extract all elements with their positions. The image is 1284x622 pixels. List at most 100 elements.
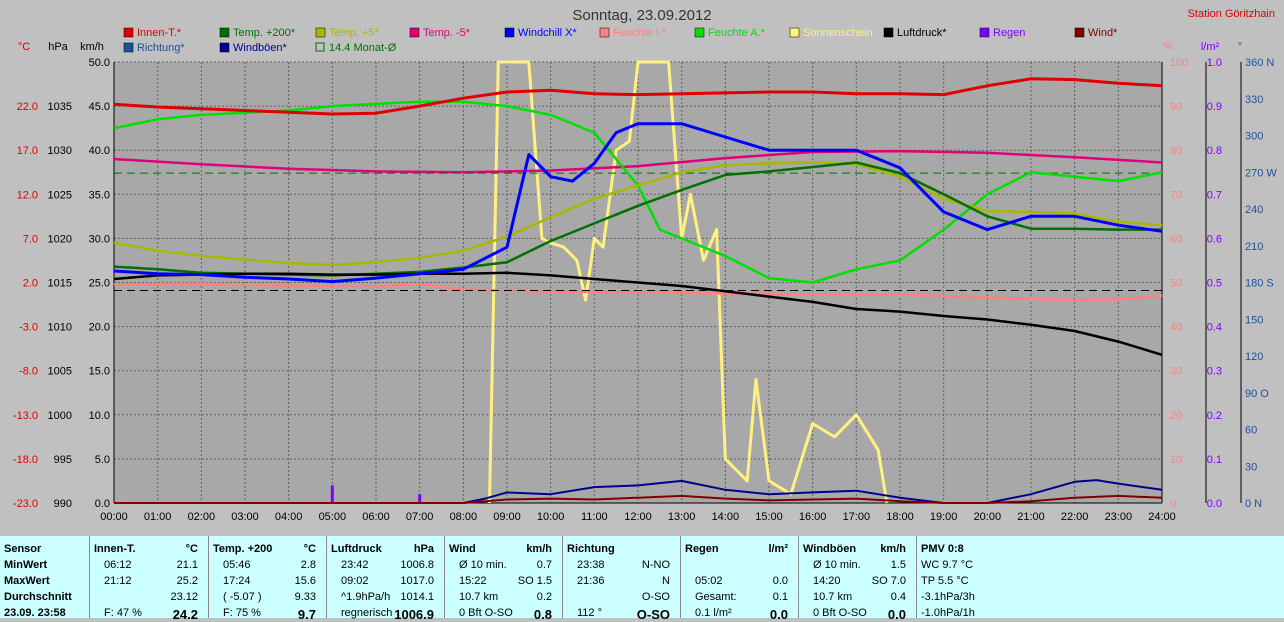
speed-tick: 25.0 (89, 278, 110, 290)
druck-row: 09:02 1017.0 (331, 575, 440, 590)
row-label-max: MaxWert (4, 575, 50, 587)
time-tick: 02:00 (188, 511, 216, 523)
innen-row: 23.12 (94, 591, 204, 606)
unit-speed: km/h (80, 41, 104, 53)
druck-row-label: regnerisch ↓ (341, 607, 401, 619)
rain-tick: 0.7 (1207, 189, 1222, 201)
innen-row: 06:12 21.1 (94, 559, 204, 574)
innen-row-label: 21:12 (104, 575, 132, 587)
regen-row-value: 0.0 (769, 607, 788, 622)
temp-tick: 22.0 (17, 101, 38, 113)
time-tick: 06:00 (362, 511, 390, 523)
temp-row: ( -5.07 ) 9.33 (213, 591, 322, 606)
legend-label: Feuchte I.* (613, 27, 667, 39)
wind-row: 0 Bft O-SO 0.8 (449, 607, 558, 622)
innen-row: F: 47 % 24.2 (94, 607, 204, 622)
speed-tick: 5.0 (95, 454, 110, 466)
rain-tick: 0.4 (1207, 322, 1222, 334)
legend-label: Temp. +200* (233, 27, 296, 39)
temp-header-label: Temp. +200 (213, 543, 273, 555)
legend-label: Regen (993, 27, 1025, 39)
wind-row-label: 0 Bft O-SO (459, 607, 513, 619)
direction-tick: 240 (1245, 204, 1263, 216)
rain-bar (418, 494, 422, 503)
humidity-tick: 50 (1170, 278, 1182, 290)
legend-label: Richtung* (137, 42, 185, 54)
regen-row (685, 559, 794, 574)
regen-row-value: 0.1 (772, 591, 788, 603)
temp-tick: -3.0 (19, 322, 38, 334)
pmv-header: PMV 0:8 (921, 543, 964, 555)
pressure-tick: 1030 (48, 145, 72, 157)
gust-column: Windböen km/h Ø 10 min. 1.5 14:20 SO 7.0 10.7 … (798, 536, 916, 622)
direction-tick: 300 (1245, 131, 1263, 143)
legend-swatch (789, 27, 800, 38)
humidity-tick: 100 (1170, 57, 1188, 69)
weather-chart: Sonntag, 23.09.2012 Station Göritzhain I… (13, 7, 1277, 523)
innen-row-value: 25.2 (176, 575, 198, 587)
time-tick: 01:00 (144, 511, 172, 523)
innen-row-value: 23.12 (170, 591, 198, 603)
pressure-tick: 995 (54, 454, 72, 466)
row-label-now: 23.09. 23:58 (4, 607, 66, 619)
speed-tick: 45.0 (89, 101, 110, 113)
boeen-row-label: 0 Bft O-SO (813, 607, 867, 619)
temp-row: 05:46 2.8 (213, 559, 322, 574)
druck-row-value: 1006.9 (394, 607, 434, 622)
direction-tick: 30 (1245, 461, 1257, 473)
temp-tick: -8.0 (19, 366, 38, 378)
temp-row-label: 05:46 (223, 559, 251, 571)
druck-row-label: 23:42 (341, 559, 369, 571)
axis-units: °C hPa km/h% l/m² ° (18, 41, 1242, 53)
pmv-trend-1h: -1.0hPa/1h (921, 607, 975, 619)
temp-row-value: 15.6 (294, 575, 316, 587)
druck-header: Luftdruck hPa (331, 543, 440, 558)
rain-tick: 0.5 (1207, 278, 1222, 290)
legend-swatch (315, 27, 326, 38)
direction-tick: 210 (1245, 241, 1263, 253)
richtung-row: O-SO (567, 591, 676, 606)
temp-tick: -18.0 (13, 454, 38, 466)
pressure-tick: 1010 (48, 322, 72, 334)
regen-row: 05:02 0.0 (685, 575, 794, 590)
temp-header-value: °C (303, 543, 316, 555)
rain-tick: 0.1 (1207, 454, 1222, 466)
legend-swatch (123, 27, 134, 38)
unit-direction: ° (1238, 41, 1242, 53)
time-tick: 03:00 (231, 511, 259, 523)
time-tick: 12:00 (624, 511, 652, 523)
innen-header-label: Innen-T. (94, 543, 136, 555)
temp-tick: 17.0 (17, 145, 38, 157)
temp-row-label: F: 75 % (223, 607, 261, 619)
legend-swatch (883, 27, 894, 38)
richtung-row: 21:36 N (567, 575, 676, 590)
time-tick: 10:00 (537, 511, 565, 523)
regen-row-value: 0.0 (772, 575, 788, 587)
time-tick: 17:00 (843, 511, 871, 523)
direction-tick: 180 S (1245, 278, 1274, 290)
speed-tick: 15.0 (89, 366, 110, 378)
regen-row: 0.1 l/m² 0.0 (685, 607, 794, 622)
direction-tick: 120 (1245, 351, 1263, 363)
humidity-tick: 70 (1170, 189, 1182, 201)
legend-swatch (219, 42, 230, 53)
richtung-row: 23:38 N-NO (567, 559, 676, 574)
humidity-tick: 0 (1170, 498, 1176, 510)
temp-row-value: 9.7 (297, 607, 316, 622)
wind-row-label: 15:22 (459, 575, 487, 587)
druck-header-label: Luftdruck (331, 543, 382, 555)
row-label-avg: Durchschnitt (4, 591, 72, 603)
pressure-tick: 1000 (48, 410, 72, 422)
direction-tick: 330 (1245, 94, 1263, 106)
boeen-row: 14:20 SO 7.0 (803, 575, 912, 590)
time-tick: 19:00 (930, 511, 958, 523)
druck-row-label: 09:02 (341, 575, 369, 587)
pressure-tick: 1020 (48, 233, 72, 245)
direction-tick: 270 W (1245, 167, 1277, 179)
speed-tick: 10.0 (89, 410, 110, 422)
boeen-header-value: km/h (880, 543, 906, 555)
richtung-row-label: 23:38 (577, 559, 605, 571)
direction-tick: 150 (1245, 314, 1263, 326)
rain-tick: 0.9 (1207, 101, 1222, 113)
druck-row: ^1.9hPa/h 1014.1 (331, 591, 440, 606)
